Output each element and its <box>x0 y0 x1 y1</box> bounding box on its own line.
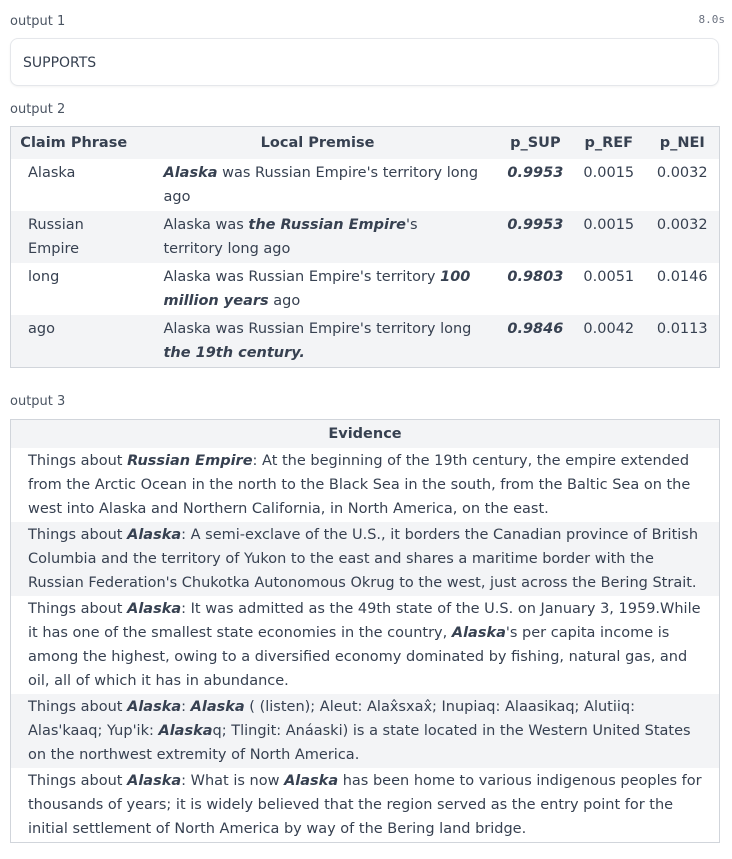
local-premise-cell: Alaska was Russian Empire's territory lo… <box>136 315 499 368</box>
evidence-cell: Things about Alaska: Alaska ( (listen); … <box>10 694 720 768</box>
evidence-topic: Russian Empire <box>127 453 253 469</box>
header-evidence: Evidence <box>10 419 720 448</box>
claim-phrase-cell: ago <box>10 315 137 368</box>
evidence-row: Things about Alaska: It was admitted as … <box>10 596 720 694</box>
evidence-highlight: Alaska <box>284 773 339 789</box>
p-ref-cell: 0.0051 <box>572 263 646 315</box>
p-nei-cell: 0.0032 <box>645 159 720 211</box>
elapsed-time: 8.0s <box>698 13 726 26</box>
header-p-ref: p_REF <box>572 126 646 159</box>
premise-highlight: the Russian Empire <box>248 217 406 233</box>
claim-phrase-cell: Alaska <box>10 159 137 211</box>
evidence-cell: Things about Alaska: A semi-exclave of t… <box>10 522 720 596</box>
header-p-nei: p_NEI <box>645 126 720 159</box>
evidence-row: Things about Alaska: A semi-exclave of t… <box>10 522 720 596</box>
p-ref-cell: 0.0015 <box>572 159 646 211</box>
evidence-row: Things about Russian Empire: At the begi… <box>10 448 720 522</box>
premise-text: Alaska was Russian Empire's territory <box>163 269 441 285</box>
premise-table: Claim Phrase Local Premise p_SUP p_REF p… <box>10 126 720 368</box>
evidence-cell: Things about Alaska: It was admitted as … <box>10 596 720 694</box>
claim-phrase-cell: Russian Empire <box>10 211 137 263</box>
premise-row: Russian Empire Alaska was the Russian Emp… <box>10 211 720 263</box>
p-sup-cell: 0.9846 <box>498 315 573 368</box>
local-premise-cell: Alaska was Russian Empire's territory 10… <box>136 263 499 315</box>
header-claim-phrase: Claim Phrase <box>10 126 137 159</box>
output-3-label: output 3 <box>10 394 66 409</box>
evidence-cell: Things about Alaska: What is now Alaska … <box>10 768 720 843</box>
evidence-topic: Alaska <box>127 773 182 789</box>
claim-phrase-cell: long <box>10 263 137 315</box>
evidence-topic: Alaska <box>127 601 182 617</box>
p-nei-cell: 0.0146 <box>645 263 720 315</box>
evidence-prefix: Things about <box>28 699 128 715</box>
p-sup-cell: 0.9953 <box>498 159 573 211</box>
p-nei-cell: 0.0032 <box>645 211 720 263</box>
header-local-premise: Local Premise <box>136 126 499 159</box>
premise-highlight: Alaska <box>163 165 218 181</box>
local-premise-cell: Alaska was Russian Empire's territory lo… <box>136 159 499 211</box>
evidence-cell: Things about Russian Empire: At the begi… <box>10 448 720 522</box>
evidence-text: : <box>181 699 191 715</box>
evidence-text: : What is now <box>181 773 285 789</box>
p-sup-cell: 0.9953 <box>498 211 573 263</box>
output-2-label: output 2 <box>10 102 66 117</box>
evidence-table: Evidence Things about Russian Empire: At… <box>10 419 720 843</box>
evidence-prefix: Things about <box>28 773 128 789</box>
evidence-topic: Alaska <box>127 699 182 715</box>
output-1-label: output 1 <box>10 14 66 29</box>
header-p-sup: p_SUP <box>498 126 573 159</box>
premise-text: ago <box>268 293 301 309</box>
premise-text: Alaska was <box>163 217 249 233</box>
premise-table-header: Claim Phrase Local Premise p_SUP p_REF p… <box>10 126 720 159</box>
evidence-highlight: Alaska <box>451 625 506 641</box>
premise-row: long Alaska was Russian Empire's territor… <box>10 263 720 315</box>
evidence-prefix: Things about <box>28 527 128 543</box>
premise-row: Alaska Alaska was Russian Empire's territ… <box>10 159 720 211</box>
evidence-row: Things about Alaska: Alaska ( (listen); … <box>10 694 720 768</box>
evidence-highlight: Alaska <box>158 723 213 739</box>
evidence-row: Things about Alaska: What is now Alaska … <box>10 768 720 843</box>
evidence-highlight: Alaska <box>190 699 245 715</box>
evidence-table-header: Evidence <box>10 419 720 448</box>
output-1-textbox[interactable]: SUPPORTS <box>10 38 719 86</box>
premise-text: Alaska was Russian Empire's territory lo… <box>163 321 472 337</box>
p-ref-cell: 0.0015 <box>572 211 646 263</box>
p-sup-cell: 0.9803 <box>498 263 573 315</box>
p-nei-cell: 0.0113 <box>645 315 720 368</box>
evidence-topic: Alaska <box>127 527 182 543</box>
local-premise-cell: Alaska was the Russian Empire's territor… <box>136 211 499 263</box>
evidence-prefix: Things about <box>28 453 128 469</box>
evidence-prefix: Things about <box>28 601 128 617</box>
premise-highlight: the 19th century. <box>163 345 305 361</box>
p-ref-cell: 0.0042 <box>572 315 646 368</box>
premise-row: ago Alaska was Russian Empire's territory… <box>10 315 720 368</box>
